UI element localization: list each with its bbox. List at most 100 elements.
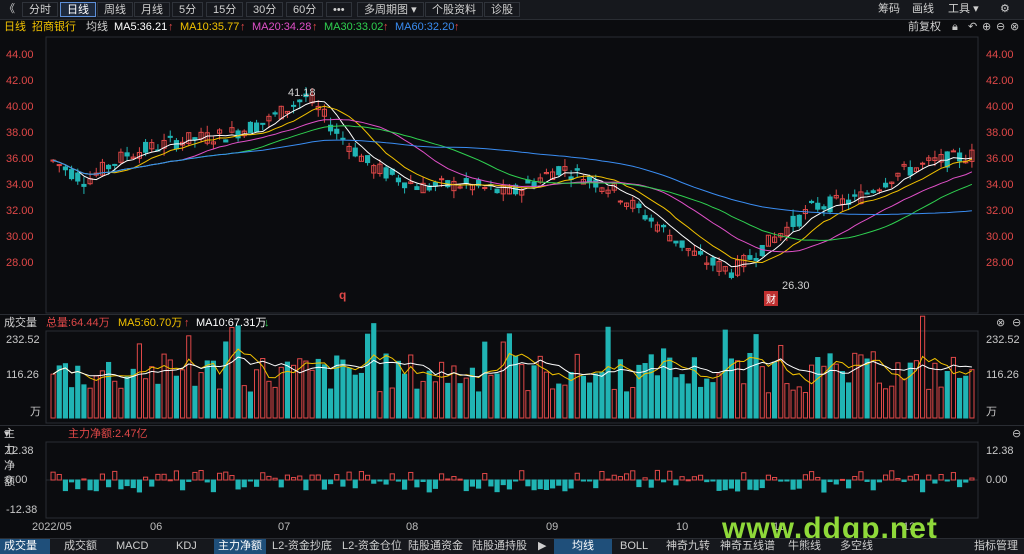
volume-bar	[149, 366, 155, 419]
volume-bar	[809, 364, 815, 419]
candle-body	[876, 189, 882, 192]
tab-magic-five[interactable]: 神奇五线谱	[716, 539, 779, 554]
flow-bar	[519, 470, 525, 481]
tab-l2-bottom[interactable]: L2-资金抄底	[268, 539, 336, 554]
flow-bar	[784, 479, 790, 482]
tab-magic-nine[interactable]: 神奇九转	[662, 539, 714, 554]
ma60-line	[52, 139, 972, 216]
volume-bar	[679, 374, 685, 419]
candle-body	[883, 182, 889, 188]
flow-bar	[580, 479, 586, 482]
volume-bar	[161, 353, 167, 419]
flow-bar	[272, 477, 278, 481]
volume-bar	[895, 362, 901, 419]
volume-bar	[550, 388, 556, 419]
flow-bar	[765, 474, 771, 481]
tab-ma[interactable]: 均线	[554, 539, 612, 554]
event-marker[interactable]: q	[339, 288, 346, 302]
next-tabs-icon[interactable]: ▶	[534, 539, 550, 554]
flow-bar	[759, 479, 765, 489]
indicator-manage-button[interactable]: 指标管理	[970, 539, 1022, 554]
candle-body	[395, 177, 402, 183]
zoom-out-icon[interactable]: ⊖	[1012, 426, 1021, 442]
flow-bar	[445, 478, 451, 481]
flow-bar	[876, 479, 882, 483]
volume-bar	[617, 359, 623, 419]
volume-bar	[494, 373, 500, 419]
candle-body	[642, 215, 648, 220]
volume-bar	[476, 391, 482, 419]
volume-bar	[266, 380, 272, 419]
finance-report-marker[interactable]: 财	[764, 291, 778, 306]
low-price-label: 26.30	[782, 280, 810, 292]
flow-bar	[506, 479, 513, 490]
zoom-out-icon[interactable]: ⊖	[1012, 315, 1021, 331]
tab-bull-bear[interactable]: 牛熊线	[784, 539, 825, 554]
volume-bar	[50, 373, 56, 419]
candle-body	[710, 257, 716, 266]
tab-l2-position[interactable]: L2-资金仓位	[338, 539, 406, 554]
volume-axis-mid: 116.26	[986, 369, 1019, 381]
flow-axis-zero: 0.00	[986, 474, 1008, 486]
flow-bar	[944, 479, 950, 482]
candle-body	[759, 244, 765, 257]
flow-bar	[556, 479, 562, 486]
flow-bar	[611, 474, 617, 481]
candle-body	[463, 178, 469, 184]
volume-bar	[260, 358, 266, 419]
flow-bar	[907, 475, 913, 481]
arrow-down-icon: ↓	[264, 317, 270, 329]
volume-bar	[543, 371, 549, 419]
candle-body	[821, 206, 827, 210]
flow-bar	[833, 479, 839, 485]
flow-bar	[722, 479, 728, 491]
candle-body	[698, 251, 704, 255]
tab-boll[interactable]: BOLL	[616, 539, 652, 554]
volume-bar	[346, 367, 352, 419]
volume-bar	[291, 364, 297, 419]
volume-bar	[81, 384, 87, 419]
candle-body	[75, 172, 81, 182]
volume-bar	[155, 383, 161, 419]
flow-bar	[124, 479, 130, 487]
flow-bar	[852, 475, 858, 481]
volume-bar	[950, 356, 956, 419]
volume-axis-mid: 116.26	[6, 369, 39, 381]
tab-kdj[interactable]: KDJ	[172, 539, 201, 554]
tab-main-flow[interactable]: 主力净额	[214, 539, 266, 554]
tab-macd[interactable]: MACD	[112, 539, 152, 554]
candle-body	[920, 162, 926, 165]
volume-bar	[611, 388, 617, 419]
tab-turnover[interactable]: 成交额	[60, 539, 101, 554]
tab-northbound-flow[interactable]: 陆股通资金	[404, 539, 467, 554]
volume-bar	[698, 386, 704, 419]
tab-volume[interactable]: 成交量	[0, 539, 50, 554]
candle-body	[679, 240, 685, 248]
tab-northbound-holding[interactable]: 陆股通持股	[468, 539, 531, 554]
volume-bar	[192, 385, 198, 419]
flow-bar	[790, 479, 796, 490]
candle-body	[167, 135, 173, 138]
date-tick: 2022/05	[32, 521, 72, 533]
candle-body	[753, 257, 759, 261]
volume-bar	[926, 388, 932, 419]
date-tick: 08	[406, 521, 419, 533]
flow-bar	[624, 473, 630, 481]
candle-body	[365, 155, 371, 164]
flow-bar	[469, 479, 476, 487]
kline-chart[interactable]	[0, 0, 1024, 553]
flow-bar	[636, 479, 642, 488]
volume-bar	[217, 388, 223, 419]
high-price-label: 41.18	[288, 87, 316, 99]
date-tick: 10	[676, 521, 689, 533]
tab-long-short[interactable]: 多空线	[836, 539, 877, 554]
volume-bar	[210, 360, 216, 419]
flow-bar	[365, 474, 371, 481]
close-icon[interactable]: ⊗	[996, 315, 1005, 331]
flow-bar	[500, 479, 506, 486]
volume-bar	[143, 378, 149, 419]
volume-bar	[229, 327, 235, 419]
flow-bar	[846, 479, 852, 489]
volume-title[interactable]: 成交量	[4, 315, 37, 331]
volume-bar	[445, 382, 451, 419]
